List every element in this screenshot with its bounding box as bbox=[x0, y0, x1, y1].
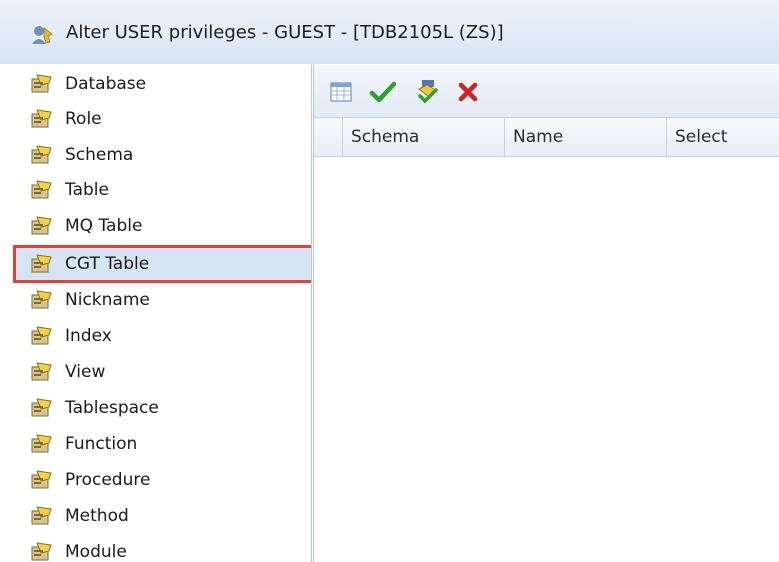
privilege-key-icon bbox=[31, 180, 52, 199]
sidebar-item-schema[interactable]: Schema bbox=[19, 140, 309, 170]
toolbar bbox=[314, 65, 779, 117]
sidebar-item-label: Database bbox=[65, 74, 147, 94]
sidebar-item-view[interactable]: View bbox=[19, 357, 309, 387]
grant-all-button[interactable] bbox=[415, 79, 441, 105]
sidebar-item-cgt-table[interactable]: CGT Table bbox=[13, 245, 311, 283]
window-title: Alter USER privileges - GUEST - [TDB2105… bbox=[66, 22, 504, 43]
revoke-button[interactable] bbox=[455, 79, 481, 105]
privilege-key-icon bbox=[31, 470, 52, 489]
user-privileges-icon bbox=[32, 26, 53, 44]
sidebar-item-tablespace[interactable]: Tablespace bbox=[19, 393, 309, 423]
sidebar-item-function[interactable]: Function bbox=[19, 429, 309, 459]
sidebar-item-procedure[interactable]: Procedure bbox=[19, 465, 309, 495]
sidebar-item-label: Index bbox=[65, 326, 112, 346]
privileges-grid-header: Schema Name Select bbox=[314, 117, 779, 157]
green-check-icon bbox=[370, 81, 396, 103]
red-x-icon bbox=[458, 82, 478, 102]
sidebar-item-role[interactable]: Role bbox=[19, 104, 309, 134]
privilege-key-icon bbox=[31, 74, 52, 93]
sidebar-item-label: Nickname bbox=[65, 290, 150, 310]
sidebar-item-label: CGT Table bbox=[65, 254, 150, 274]
sidebar-item-table[interactable]: Table bbox=[19, 175, 309, 205]
sidebar-item-index[interactable]: Index bbox=[19, 321, 309, 351]
sidebar-item-label: Role bbox=[65, 109, 102, 129]
sidebar-item-module[interactable]: Module bbox=[19, 537, 309, 562]
sidebar-item-label: Tablespace bbox=[65, 398, 159, 418]
sidebar-item-label: Method bbox=[65, 506, 129, 526]
row-indicator-header bbox=[314, 118, 342, 156]
privilege-key-icon bbox=[31, 216, 52, 235]
sidebar-item-label: Schema bbox=[65, 145, 134, 165]
table-grid-button[interactable] bbox=[328, 79, 354, 105]
privileges-panel: Schema Name Select bbox=[313, 65, 779, 562]
sidebar-item-label: Module bbox=[65, 542, 127, 562]
table-grid-icon bbox=[330, 82, 352, 102]
column-header-select[interactable]: Select bbox=[666, 118, 779, 156]
privilege-key-icon bbox=[31, 434, 52, 453]
privilege-key-icon bbox=[31, 145, 52, 164]
column-header-schema[interactable]: Schema bbox=[342, 118, 504, 156]
privilege-key-icon bbox=[31, 398, 52, 417]
sidebar-item-label: Function bbox=[65, 434, 138, 454]
sidebar-item-label: Table bbox=[65, 180, 109, 200]
privilege-key-icon bbox=[31, 326, 52, 345]
privilege-key-icon bbox=[31, 542, 52, 561]
window-titlebar: Alter USER privileges - GUEST - [TDB2105… bbox=[0, 0, 779, 65]
sidebar-item-method[interactable]: Method bbox=[19, 501, 309, 531]
sidebar-item-database[interactable]: Database bbox=[19, 69, 309, 99]
privilege-key-icon bbox=[31, 290, 52, 309]
privilege-key-icon bbox=[31, 254, 52, 273]
sidebar-item-label: View bbox=[65, 362, 106, 382]
grant-button[interactable] bbox=[370, 79, 396, 105]
sidebar-item-mq-table[interactable]: MQ Table bbox=[19, 211, 309, 241]
privilege-category-list[interactable]: Database Role Schema Table MQ Table CGT … bbox=[7, 65, 312, 562]
privilege-key-icon bbox=[31, 109, 52, 128]
privilege-key-icon bbox=[31, 362, 52, 381]
sidebar-item-label: MQ Table bbox=[65, 216, 143, 236]
sidebar-item-nickname[interactable]: Nickname bbox=[19, 285, 309, 315]
grant-all-icon bbox=[418, 80, 438, 104]
column-header-name[interactable]: Name bbox=[504, 118, 666, 156]
sidebar-item-label: Procedure bbox=[65, 470, 151, 490]
privilege-key-icon bbox=[31, 506, 52, 525]
